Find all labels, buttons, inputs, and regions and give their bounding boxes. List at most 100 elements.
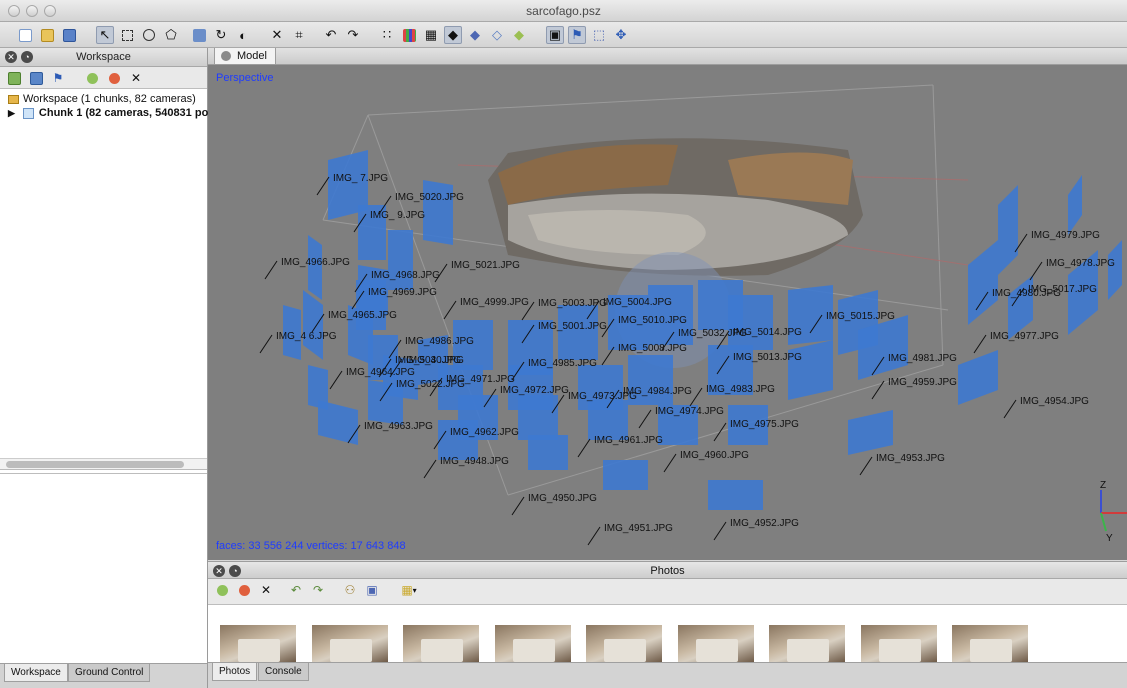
thumbnail-image bbox=[878, 639, 921, 662]
camera-plane[interactable] bbox=[1108, 240, 1122, 300]
tab-workspace[interactable]: Workspace bbox=[4, 664, 68, 682]
new-icon[interactable] bbox=[16, 26, 34, 44]
camera-plane[interactable] bbox=[848, 410, 893, 455]
photo-thumbnail[interactable] bbox=[220, 625, 296, 662]
show-region-icon[interactable]: ⬚ bbox=[590, 26, 608, 44]
reset-filter-icon[interactable]: ▣ bbox=[364, 582, 380, 598]
remove-items-icon[interactable]: ✕ bbox=[128, 70, 144, 86]
tab-console[interactable]: Console bbox=[258, 663, 309, 681]
tab-model[interactable]: Model bbox=[214, 48, 276, 65]
tree-horizontal-scrollbar[interactable] bbox=[0, 458, 207, 470]
workspace-bottom-tabs: Workspace Ground Control bbox=[0, 663, 207, 688]
camera-plane[interactable] bbox=[788, 340, 833, 400]
show-cameras-icon[interactable]: ▣ bbox=[546, 26, 564, 44]
photo-thumbnail[interactable] bbox=[677, 625, 754, 662]
photo-thumbnail[interactable] bbox=[586, 625, 662, 662]
camera-plane[interactable] bbox=[958, 350, 998, 405]
chunk-item[interactable]: ▶ Chunk 1 (82 cameras, 540831 poir bbox=[8, 106, 216, 120]
free-form-selection-icon[interactable]: ⬠ bbox=[162, 26, 180, 44]
circle-selection-icon[interactable] bbox=[140, 26, 158, 44]
view-mode-dropdown-icon[interactable]: ▦ ▾ bbox=[396, 582, 422, 598]
model-tab-icon bbox=[221, 51, 231, 61]
camera-plane[interactable] bbox=[968, 240, 998, 325]
rectangle-selection-icon[interactable] bbox=[118, 26, 136, 44]
camera-label: IMG_4950.JPG bbox=[528, 493, 597, 504]
scrollbar-thumb[interactable] bbox=[6, 461, 184, 468]
reset-view-icon[interactable]: ✥ bbox=[612, 26, 630, 44]
camera-label: IMG_4960.JPG bbox=[680, 450, 749, 461]
enable-icon[interactable] bbox=[84, 70, 100, 86]
tiled-model-icon[interactable]: ◆ bbox=[510, 26, 528, 44]
dense-cloud-icon[interactable] bbox=[400, 26, 418, 44]
navigation-arrow-icon[interactable]: ↖ bbox=[96, 26, 114, 44]
photo-thumbnail[interactable] bbox=[860, 625, 937, 662]
save-icon[interactable] bbox=[60, 26, 78, 44]
redo-icon[interactable]: ↷ bbox=[344, 26, 362, 44]
open-icon[interactable] bbox=[38, 26, 56, 44]
move-object-icon[interactable]: ◐ bbox=[234, 26, 252, 44]
photos-bottom-tabs: Photos Console bbox=[208, 662, 1127, 688]
camera-plane[interactable] bbox=[998, 185, 1018, 275]
model-viewport[interactable]: IMG_ 7.JPG IMG_5020.JPG IMG_ 9.JPG IMG_4966… bbox=[208, 65, 1127, 560]
add-markers-icon[interactable]: ⚑ bbox=[50, 70, 66, 86]
disable-photos-icon[interactable] bbox=[236, 582, 252, 598]
camera-plane[interactable] bbox=[708, 480, 763, 510]
camera-label: IMG_4948.JPG bbox=[440, 456, 509, 467]
wireframe-icon[interactable]: ▦ bbox=[422, 26, 440, 44]
camera-leader-line bbox=[638, 409, 652, 429]
photo-thumbnail[interactable] bbox=[769, 625, 845, 662]
camera-plane[interactable] bbox=[728, 295, 773, 350]
camera-plane[interactable] bbox=[1068, 175, 1082, 235]
crop-selection-icon[interactable]: ⌗ bbox=[290, 26, 308, 44]
solid-model-icon[interactable]: ◆ bbox=[466, 26, 484, 44]
add-photos-icon[interactable] bbox=[28, 70, 44, 86]
delete-selection-icon[interactable]: ✕ bbox=[268, 26, 286, 44]
add-chunk-icon[interactable] bbox=[6, 70, 22, 86]
rotate-right-icon[interactable]: ↷ bbox=[310, 582, 326, 598]
camera-label: IMG_4961.JPG bbox=[594, 435, 663, 446]
camera-plane[interactable] bbox=[603, 460, 648, 490]
photo-thumbnail[interactable] bbox=[311, 625, 388, 662]
photos-panel-title: Photos bbox=[650, 565, 685, 577]
rotate-object-icon[interactable]: ↻ bbox=[212, 26, 230, 44]
camera-label: IMG_5030.JPG bbox=[395, 355, 464, 366]
photo-thumbnail[interactable] bbox=[403, 625, 479, 662]
camera-label: IMG_4969.JPG bbox=[368, 287, 437, 298]
camera-label: IMG_4978.JPG bbox=[1046, 258, 1115, 269]
camera-label: IMG_5021.JPG bbox=[451, 260, 520, 271]
tab-photos[interactable]: Photos bbox=[212, 663, 258, 681]
rotate-left-icon[interactable]: ↶ bbox=[288, 582, 304, 598]
camera-plane[interactable] bbox=[303, 290, 323, 360]
camera-label: IMG_4959.JPG bbox=[888, 377, 957, 388]
tab-ground-control[interactable]: Ground Control bbox=[68, 664, 151, 682]
thumbnail-image bbox=[238, 639, 280, 662]
point-cloud-icon[interactable]: ∷ bbox=[378, 26, 396, 44]
camera-plane[interactable] bbox=[438, 420, 478, 460]
shaded-model-icon[interactable]: ◆ bbox=[444, 26, 462, 44]
photo-thumbnail[interactable] bbox=[952, 625, 1028, 662]
camera-label: IMG_4979.JPG bbox=[1031, 230, 1100, 241]
undo-icon[interactable]: ↶ bbox=[322, 26, 340, 44]
camera-plane[interactable] bbox=[518, 395, 558, 440]
disable-icon[interactable] bbox=[106, 70, 122, 86]
camera-plane[interactable] bbox=[528, 435, 568, 470]
camera-leader-line bbox=[316, 176, 330, 196]
enable-photos-icon[interactable] bbox=[214, 582, 230, 598]
window-title: sarcofago.psz bbox=[526, 4, 601, 18]
camera-plane[interactable] bbox=[423, 180, 453, 245]
camera-plane[interactable] bbox=[558, 305, 598, 360]
camera-plane[interactable] bbox=[308, 365, 328, 410]
expand-triangle-icon[interactable]: ▶ bbox=[8, 108, 15, 119]
cameras-icon[interactable] bbox=[190, 26, 208, 44]
photo-thumbnail[interactable] bbox=[494, 625, 571, 662]
workspace-root-item[interactable]: Workspace (1 chunks, 82 cameras) bbox=[8, 92, 196, 106]
camera-label: IMG_4966.JPG bbox=[281, 257, 350, 268]
textured-model-icon[interactable]: ◇ bbox=[488, 26, 506, 44]
camera-label: IMG_5020.JPG bbox=[395, 192, 464, 203]
camera-label: IMG_5013.JPG bbox=[733, 352, 802, 363]
remove-photos-icon[interactable]: ✕ bbox=[258, 582, 274, 598]
workspace-toolbar: ⚑ ✕ bbox=[0, 67, 207, 89]
camera-plane[interactable] bbox=[388, 230, 413, 290]
filter-photos-icon[interactable]: ⚇ bbox=[342, 582, 358, 598]
show-markers-icon[interactable]: ⚑ bbox=[568, 26, 586, 44]
